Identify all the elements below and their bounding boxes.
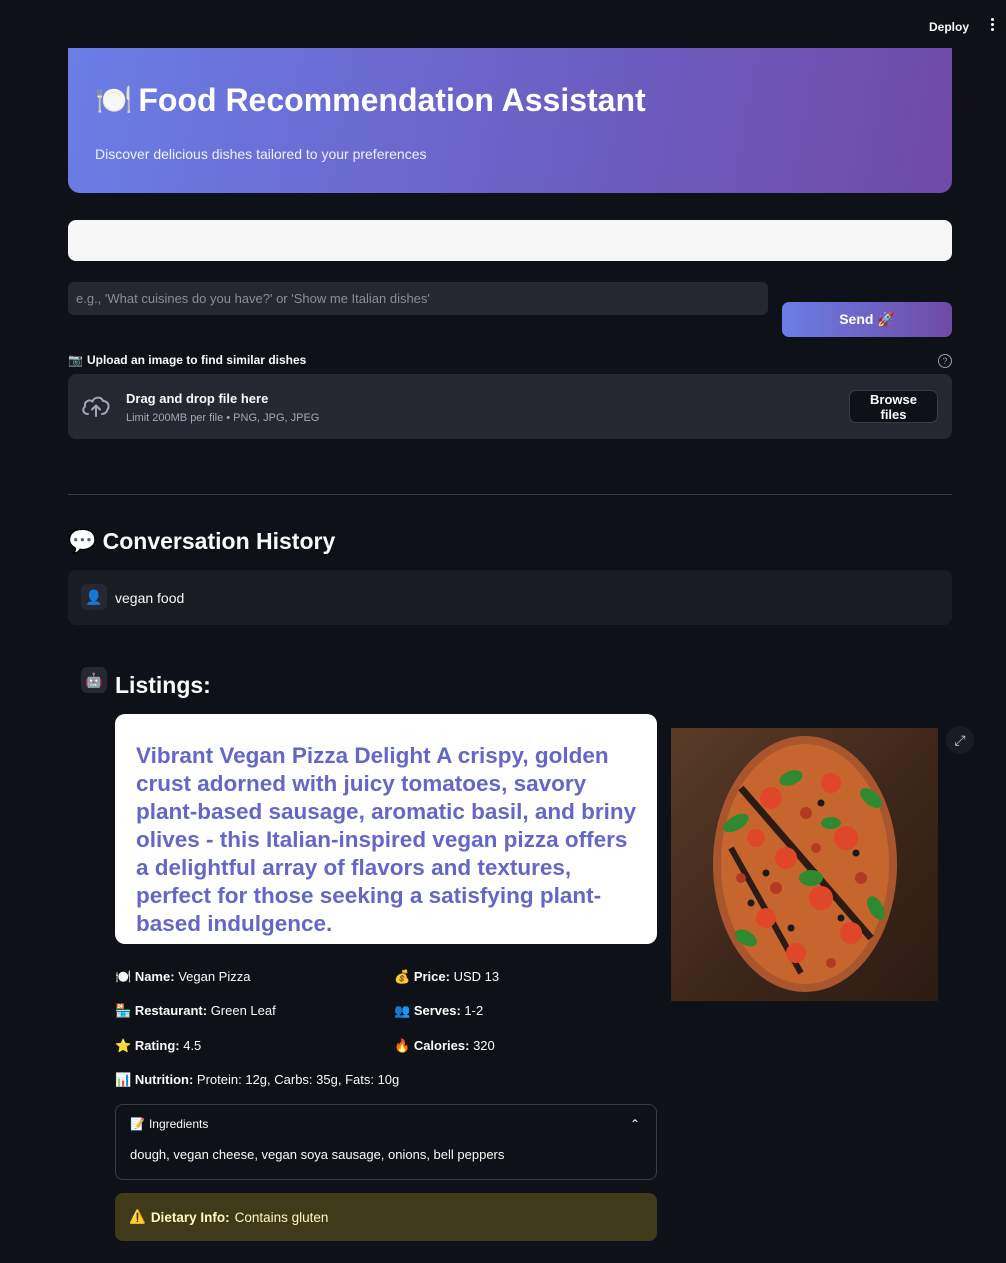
fact-price: 💰 Price: USD 13: [394, 969, 499, 985]
chevron-up-icon[interactable]: ⌃: [630, 1117, 640, 1131]
fact-value: Vegan Pizza: [178, 969, 251, 984]
dietary-label: Dietary Info:: [150, 1209, 230, 1225]
conversation-heading: 💬 Conversation History: [68, 528, 335, 555]
dietary-warning: ⚠️ Dietary Info: Contains gluten: [115, 1193, 657, 1241]
fact-rating: ⭐ Rating: 4.5: [115, 1038, 201, 1054]
expand-image-icon[interactable]: ⤢: [946, 726, 974, 754]
ingredients-expander: 📝 Ingredients ⌃ dough, vegan cheese, veg…: [115, 1104, 657, 1180]
fact-value: 320: [473, 1038, 495, 1053]
fact-value: Green Leaf: [210, 1003, 276, 1018]
bot-avatar-icon: 🤖: [81, 667, 107, 693]
upload-label: 📷 Upload an image to find similar dishes: [68, 353, 306, 367]
page-subtitle: Discover delicious dishes tailored to yo…: [95, 146, 427, 162]
people-icon: 👥: [394, 1003, 411, 1018]
conversation-heading-text: Conversation History: [102, 528, 336, 554]
plate-icon: 🍽️: [95, 84, 133, 117]
top-bar: Deploy: [0, 0, 1006, 48]
user-message-text: vegan food: [115, 590, 185, 606]
help-icon[interactable]: ?: [938, 354, 952, 368]
ingredients-label: Ingredients: [148, 1117, 209, 1131]
divider: [68, 494, 952, 495]
memo-icon: 📝: [130, 1117, 145, 1131]
fact-label: Restaurant:: [134, 1003, 208, 1018]
dietary-value: Contains gluten: [234, 1209, 329, 1225]
money-bag-icon: 💰: [394, 969, 411, 984]
fact-label: Serves:: [413, 1003, 461, 1018]
speech-bubble-icon: 💬: [68, 528, 97, 554]
plate-icon: 🍽️: [115, 969, 132, 984]
fact-label: Calories:: [413, 1038, 470, 1053]
fact-label: Rating:: [134, 1038, 180, 1053]
bar-chart-icon: 📊: [115, 1072, 132, 1087]
fact-nutrition: 📊 Nutrition: Protein: 12g, Carbs: 35g, F…: [115, 1072, 399, 1088]
camera-icon: 📷: [68, 353, 83, 367]
star-icon: ⭐: [115, 1038, 132, 1053]
fact-serves: 👥 Serves: 1-2: [394, 1003, 483, 1019]
fact-restaurant: 🏪 Restaurant: Green Leaf: [115, 1003, 276, 1019]
page-title: 🍽️ Food Recommendation Assistant: [95, 82, 646, 119]
fact-value: 4.5: [183, 1038, 202, 1053]
ingredients-list: dough, vegan cheese, vegan soya sausage,…: [130, 1147, 505, 1162]
dish-image: [671, 728, 938, 1001]
dropzone-limits: Limit 200MB per file • PNG, JPG, JPEG: [126, 412, 320, 424]
store-icon: 🏪: [115, 1003, 132, 1018]
query-input[interactable]: [68, 282, 768, 315]
listings-heading: Listings:: [115, 672, 211, 698]
browse-files-button[interactable]: Browse files: [849, 390, 938, 423]
fact-label: Price:: [413, 969, 450, 984]
main-menu-icon[interactable]: [988, 18, 996, 36]
ingredients-toggle[interactable]: 📝 Ingredients: [130, 1117, 208, 1131]
fact-value: USD 13: [453, 969, 500, 984]
cloud-upload-icon: [82, 396, 110, 417]
fact-label: Nutrition:: [134, 1072, 194, 1087]
send-button[interactable]: Send 🚀: [782, 302, 952, 337]
fact-name: 🍽️ Name: Vegan Pizza: [115, 969, 250, 985]
fire-icon: 🔥: [394, 1038, 411, 1053]
upload-label-text: Upload an image to find similar dishes: [86, 353, 307, 367]
page-title-text: Food Recommendation Assistant: [138, 82, 646, 118]
file-dropzone[interactable]: Drag and drop file here Limit 200MB per …: [68, 374, 952, 439]
blank-text-field[interactable]: [68, 220, 952, 261]
warning-icon: ⚠️: [129, 1209, 146, 1224]
deploy-button[interactable]: Deploy: [929, 20, 969, 34]
dish-description-card: Vibrant Vegan Pizza Delight A crispy, go…: [115, 714, 657, 944]
dish-description: Vibrant Vegan Pizza Delight A crispy, go…: [136, 743, 637, 936]
fact-label: Name:: [134, 969, 175, 984]
user-message: 👤 vegan food: [68, 570, 952, 625]
user-avatar-icon: 👤: [81, 584, 107, 610]
fact-calories: 🔥 Calories: 320: [394, 1038, 495, 1054]
fact-value: Protein: 12g, Carbs: 35g, Fats: 10g: [196, 1072, 400, 1087]
fact-value: 1-2: [464, 1003, 484, 1018]
hero-banner: 🍽️ Food Recommendation Assistant Discove…: [68, 48, 952, 193]
dropzone-title: Drag and drop file here: [126, 391, 269, 406]
